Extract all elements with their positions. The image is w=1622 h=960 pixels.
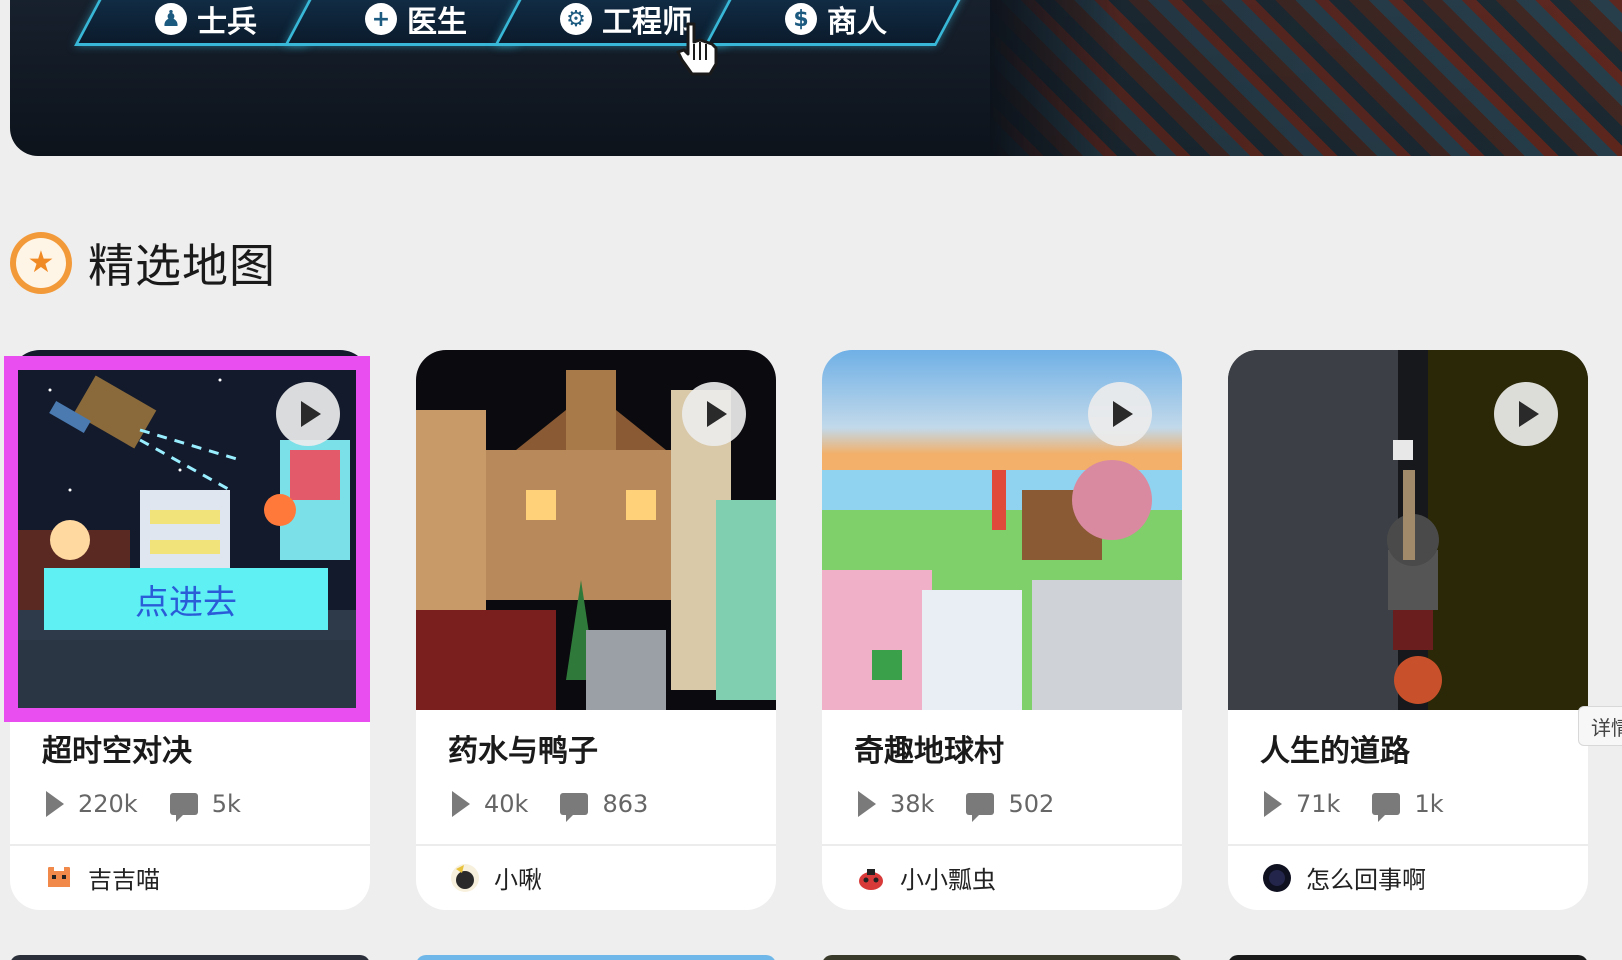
card-stats: 220k 5k [46,790,241,822]
map-card[interactable]: 药水与鸭子 40k 863 小啾 [416,350,776,910]
play-button[interactable] [1088,382,1152,446]
section-title: 精选地图 [88,239,276,293]
card-divider [10,844,370,846]
author-name: 小小瓢虫 [900,866,996,894]
play-button[interactable] [1494,382,1558,446]
author-name: 吉吉喵 [88,866,160,894]
star-icon: ★ [10,232,72,294]
play-count-icon [452,791,470,817]
next-row-card[interactable] [1228,955,1588,960]
next-row-card[interactable] [822,955,1182,960]
card-author[interactable]: 怎么回事啊 [1262,860,1426,895]
card-author[interactable]: 小小瓢虫 [856,860,996,895]
hero-tab-label: 商人 [827,5,887,40]
play-count: 38k [890,790,935,818]
comment-icon [169,793,198,822]
gear-icon: ⚙ [560,3,592,35]
author-avatar [48,866,70,887]
hero-tab-merchant[interactable]: $ 商人 [704,0,968,46]
play-count: 71k [1296,790,1341,818]
author-avatar [859,868,883,890]
card-author[interactable]: 小啾 [450,860,542,895]
plus-icon: + [365,3,397,35]
comment-count: 502 [1008,790,1055,818]
author-avatar [1263,863,1291,892]
card-divider [416,844,776,846]
hero-scene-image [990,0,1622,156]
author-avatar [451,863,479,892]
dollar-icon: $ [785,3,817,35]
card-stats: 71k 1k [1264,790,1444,822]
card-stats: 38k 502 [858,790,1055,822]
comment-icon [1372,793,1401,822]
next-row-card[interactable] [416,955,776,960]
next-row-card[interactable] [10,955,370,960]
play-button[interactable] [276,382,340,446]
card-title[interactable]: 药水与鸭子 [448,726,598,770]
card-divider [822,844,1182,846]
person-icon: ♟ [155,3,187,35]
comment-count: 1k [1414,790,1444,818]
comment-count: 5k [211,790,241,818]
card-stats: 40k 863 [452,790,649,822]
map-thumbnail[interactable] [1228,350,1588,710]
play-icon [1113,401,1133,427]
play-count-icon [1264,791,1282,817]
map-card[interactable]: 点进去 超时空对决 220k 5k 吉吉喵 [10,350,370,910]
map-thumbnail[interactable]: 点进去 [10,350,370,710]
play-icon [707,401,727,427]
map-card[interactable]: 人生的道路 71k 1k 怎么回事啊 [1228,350,1588,910]
play-count-icon [46,791,64,817]
play-icon [301,401,321,427]
enter-overlay-label[interactable]: 点进去 [44,568,328,630]
card-divider [1228,844,1588,846]
hero-banner[interactable]: ♟ 士兵 + 医生 ⚙ 工程师 $ 商人 [10,0,1622,156]
play-icon [1519,401,1539,427]
comment-icon [560,793,589,822]
author-name: 小啾 [494,866,542,894]
map-card[interactable]: 奇趣地球村 38k 502 小小瓢虫 [822,350,1182,910]
play-count: 220k [78,790,138,818]
author-name: 怎么回事啊 [1306,866,1426,894]
comment-icon [966,793,995,822]
card-title[interactable]: 人生的道路 [1260,726,1410,770]
play-count-icon [858,791,876,817]
map-thumbnail[interactable] [416,350,776,710]
page: ♟ 士兵 + 医生 ⚙ 工程师 $ 商人 ★ 精选地图 点进去 超时空对决 22… [0,0,1622,960]
play-count: 40k [484,790,529,818]
hero-tab-label: 士兵 [197,5,257,40]
section-header: ★ 精选地图 [10,228,276,298]
card-title[interactable]: 超时空对决 [42,726,192,770]
map-thumbnail[interactable] [822,350,1182,710]
hand-cursor-icon [676,22,718,76]
comment-count: 863 [602,790,649,818]
details-tab[interactable]: 详情 [1578,706,1622,746]
card-title[interactable]: 奇趣地球村 [854,726,1004,770]
play-button[interactable] [682,382,746,446]
hero-tab-label: 医生 [407,5,467,40]
card-author[interactable]: 吉吉喵 [44,860,160,895]
